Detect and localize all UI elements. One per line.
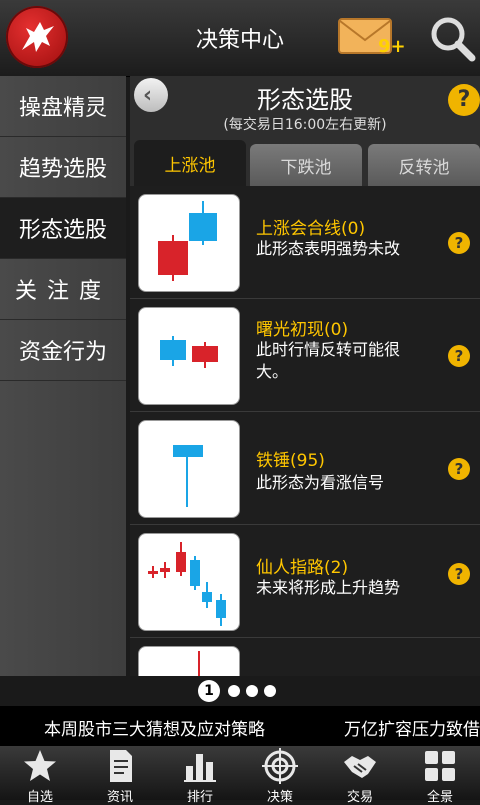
sidebar-item-attention[interactable]: 关注度 [0, 259, 126, 320]
help-icon[interactable]: ? [448, 345, 470, 367]
app-title: 决策中心 [195, 28, 284, 53]
list-item[interactable]: 上涨会合线(0) 此形态表明强势未改 ? [130, 186, 480, 299]
sidebar-item-label: 趋势选股 [18, 157, 107, 182]
pattern-list: 上涨会合线(0) 此形态表明强势未改 ? 曙光初现(0) 此时行情反转可能很大。… [130, 186, 480, 676]
nav-label: 排行 [186, 790, 213, 805]
sidebar-item-trading-genie[interactable]: 操盘精灵 [0, 76, 126, 137]
sidebar-item-label: 形态选股 [18, 218, 107, 243]
nav-label: 决策 [266, 790, 293, 805]
handshake-icon [344, 756, 376, 778]
main-content: ‹ 形态选股 (每交易日16:00左右更新) ? 上涨池 下跌池 反转池 上涨会… [130, 76, 480, 676]
bar-chart-icon [184, 754, 216, 782]
nav-favorites[interactable]: 自选 [0, 746, 80, 805]
sidebar-item-label: 关注度 [14, 279, 111, 304]
nav-label: 交易 [346, 790, 373, 805]
sidebar-item-label: 操盘精灵 [18, 96, 107, 121]
pattern-description: 此形态表明强势未改 [256, 239, 401, 258]
target-icon [262, 748, 298, 784]
mail-badge: 9+ [378, 36, 406, 57]
content-header: ‹ 形态选股 (每交易日16:00左右更新) ? [130, 76, 480, 136]
pattern-thumbnail [138, 646, 240, 676]
page-dot[interactable] [228, 685, 240, 697]
pattern-description: 未来将形成上升趋势 [256, 578, 401, 597]
nav-decision[interactable]: 决策 [240, 746, 320, 805]
page-dot-active[interactable]: 1 [198, 680, 220, 702]
list-item[interactable]: 铁锤(95) 此形态为看涨信号 ? [130, 412, 480, 525]
document-icon [110, 750, 132, 782]
sidebar-item-pattern-pick[interactable]: 形态选股 [0, 198, 126, 259]
tab-label: 下跌池 [280, 157, 332, 178]
tab-rising-pool[interactable]: 上涨池 [134, 140, 246, 186]
nav-label: 全景 [426, 790, 453, 805]
page-dot[interactable] [246, 685, 258, 697]
pattern-thumbnail [138, 194, 240, 292]
pattern-thumbnail [138, 533, 240, 631]
nav-trade[interactable]: 交易 [320, 746, 400, 805]
tab-label: 反转池 [398, 157, 450, 178]
list-item[interactable]: 曙光初现(0) 此时行情反转可能很大。 ? [130, 299, 480, 412]
news-ticker[interactable]: 本周股市三大猜想及应对策略 万亿扩容压力致借 [0, 706, 480, 746]
pattern-description: 此时行情反转可能很大。 [256, 340, 401, 381]
tab-falling-pool[interactable]: 下跌池 [250, 144, 362, 186]
page-title: 形态选股 [257, 86, 353, 114]
star-icon [24, 750, 56, 781]
pattern-title: 铁锤(95) [256, 451, 325, 471]
ticker-item[interactable]: 万亿扩容压力致借 [344, 715, 480, 740]
tab-bar: 上涨池 下跌池 反转池 [130, 140, 480, 186]
pattern-title: 上涨会合线(0) [256, 219, 366, 239]
ticker-item[interactable]: 本周股市三大猜想及应对策略 [44, 715, 265, 740]
help-icon[interactable]: ? [448, 563, 470, 585]
help-icon[interactable]: ? [448, 232, 470, 254]
nav-panorama[interactable]: 全景 [400, 746, 480, 805]
sidebar-item-fund-behavior[interactable]: 资金行为 [0, 320, 126, 381]
tab-reversal-pool[interactable]: 反转池 [368, 144, 480, 186]
pattern-title: 曙光初现(0) [256, 320, 349, 340]
tab-label: 上涨池 [164, 155, 216, 176]
page-subtitle: (每交易日16:00左右更新) [223, 117, 387, 133]
nav-label: 资讯 [106, 790, 133, 805]
page-indicator: 1 [196, 680, 286, 702]
sidebar: 操盘精灵 趋势选股 形态选股 关注度 资金行为 [0, 76, 126, 676]
app-logo-icon[interactable] [6, 6, 68, 68]
nav-label: 自选 [26, 790, 53, 805]
search-icon[interactable] [428, 14, 478, 64]
sidebar-item-trend-pick[interactable]: 趋势选股 [0, 137, 126, 198]
nav-news[interactable]: 资讯 [80, 746, 160, 805]
help-icon[interactable]: ? [448, 84, 480, 116]
nav-ranking[interactable]: 排行 [160, 746, 240, 805]
bottom-nav: 自选 资讯 排行 决策 交易 全景 [0, 746, 480, 805]
pattern-thumbnail [138, 307, 240, 405]
pattern-thumbnail [138, 420, 240, 518]
pattern-description: 此形态为看涨信号 [256, 473, 385, 492]
list-item[interactable] [130, 638, 480, 676]
help-icon[interactable]: ? [448, 458, 470, 480]
sidebar-item-label: 资金行为 [18, 340, 107, 365]
list-item[interactable]: 仙人指路(2) 未来将形成上升趋势 ? [130, 525, 480, 638]
top-bar: 决策中心 9+ [0, 0, 480, 77]
pattern-title: 仙人指路(2) [256, 558, 349, 578]
page-dot[interactable] [264, 685, 276, 697]
grid-icon [425, 751, 455, 781]
